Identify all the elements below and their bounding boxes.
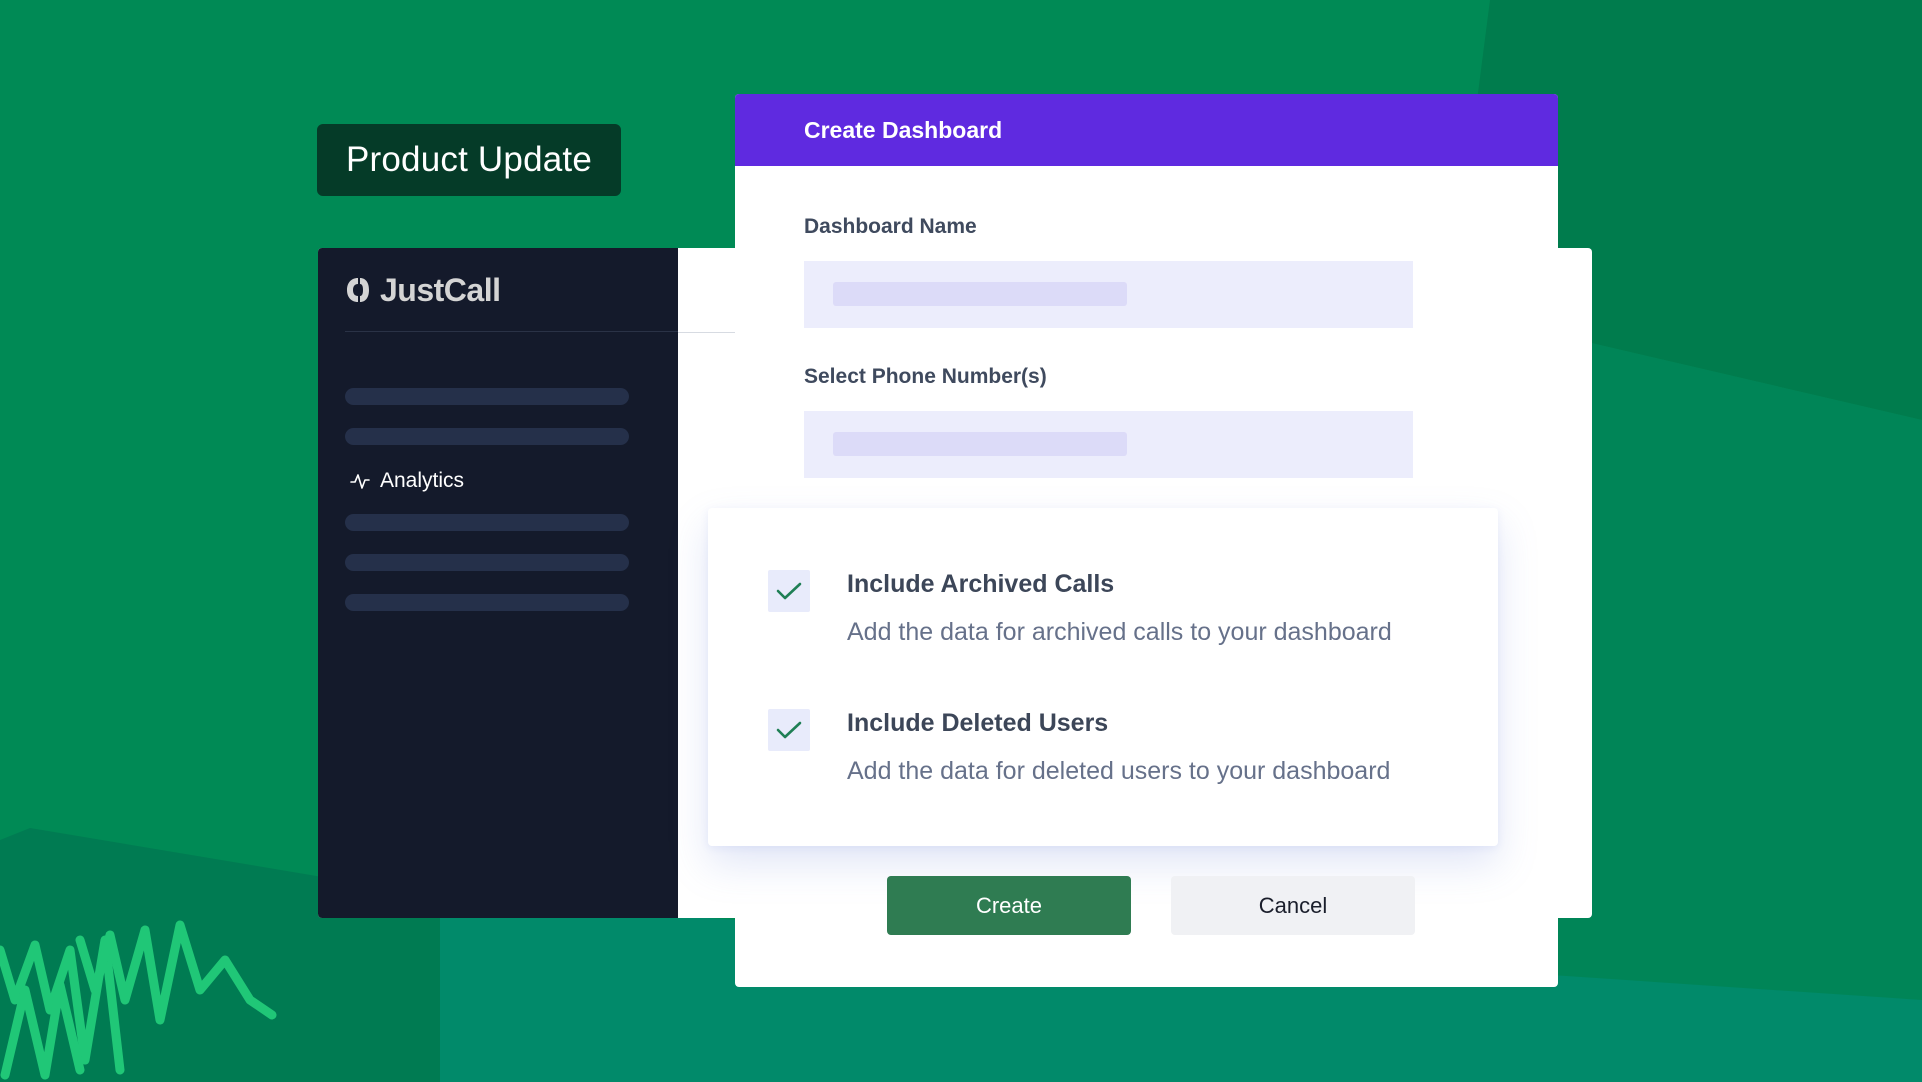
product-update-badge: Product Update bbox=[317, 124, 621, 196]
sidebar-item-label: Analytics bbox=[380, 469, 465, 492]
phone-numbers-select[interactable] bbox=[804, 411, 1413, 478]
logo-text: JustCall bbox=[380, 271, 501, 308]
modal-title: Create Dashboard bbox=[804, 116, 1003, 143]
phone-numbers-label: Select Phone Number(s) bbox=[804, 365, 1047, 388]
sidebar-placeholder-item[interactable] bbox=[345, 594, 629, 611]
sidebar-divider bbox=[345, 331, 678, 332]
justcall-logo-icon bbox=[347, 278, 369, 302]
dashboard-name-label: Dashboard Name bbox=[804, 215, 977, 238]
create-button[interactable]: Create bbox=[887, 876, 1131, 935]
option-description: Add the data for deleted users to your d… bbox=[847, 757, 1391, 785]
create-dashboard-modal: Create Dashboard Dashboard Name Select P… bbox=[708, 94, 1558, 987]
cancel-button[interactable]: Cancel bbox=[1171, 876, 1415, 935]
main-header-divider bbox=[678, 332, 738, 333]
sidebar: JustCall Analytics bbox=[318, 248, 678, 918]
sidebar-placeholder-item[interactable] bbox=[345, 554, 629, 571]
sidebar-placeholder-item[interactable] bbox=[345, 514, 629, 531]
dashboard-name-input[interactable] bbox=[804, 261, 1413, 328]
product-update-label: Product Update bbox=[345, 140, 592, 179]
sidebar-placeholder-item[interactable] bbox=[345, 388, 629, 405]
deleted-users-checkbox[interactable] bbox=[768, 709, 810, 751]
sidebar-item-analytics[interactable]: Analytics bbox=[350, 468, 464, 494]
sidebar-placeholder-item[interactable] bbox=[345, 428, 629, 445]
check-icon bbox=[776, 721, 802, 739]
option-title: Include Deleted Users bbox=[847, 709, 1109, 737]
check-icon bbox=[776, 582, 802, 600]
archived-calls-checkbox[interactable] bbox=[768, 570, 810, 612]
options-card: Include Archived Calls Add the data for … bbox=[708, 508, 1498, 846]
option-description: Add the data for archived calls to your … bbox=[847, 618, 1392, 646]
modal-header: Create Dashboard bbox=[735, 94, 1558, 166]
option-title: Include Archived Calls bbox=[847, 570, 1115, 598]
activity-pulse-icon bbox=[350, 474, 370, 489]
input-placeholder-bar bbox=[833, 432, 1127, 456]
justcall-logo[interactable]: JustCall bbox=[346, 271, 501, 308]
input-placeholder-bar bbox=[833, 282, 1127, 306]
